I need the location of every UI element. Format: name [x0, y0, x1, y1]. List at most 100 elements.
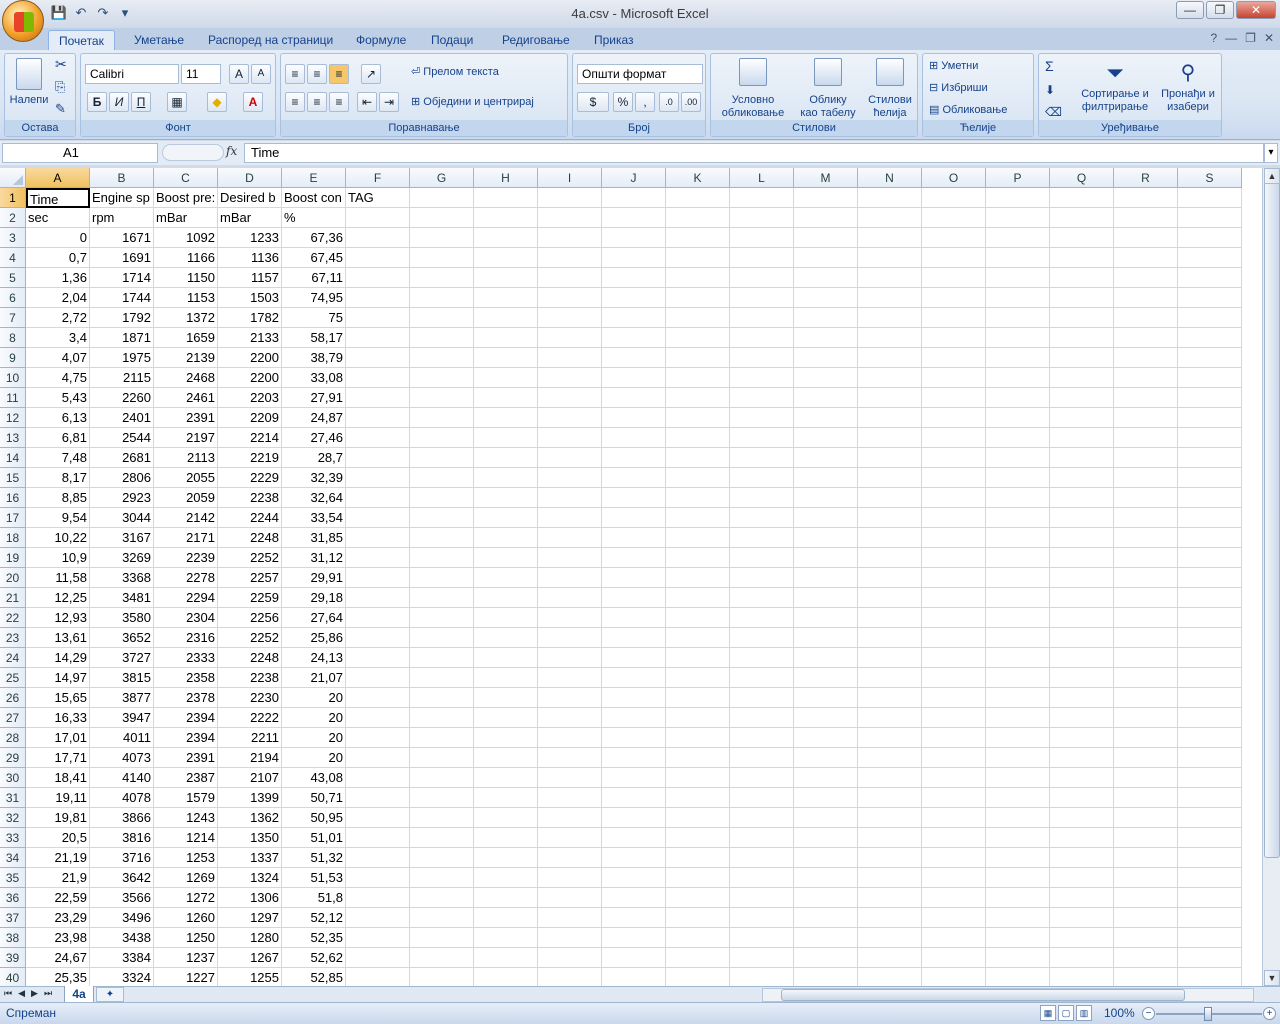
cell-a2[interactable]: sec — [26, 208, 90, 228]
cell-o1[interactable] — [922, 188, 986, 208]
cell-g36[interactable] — [410, 888, 474, 908]
cell-n20[interactable] — [858, 568, 922, 588]
cell-e25[interactable]: 21,07 — [282, 668, 346, 688]
cell-r27[interactable] — [1114, 708, 1178, 728]
row-header[interactable]: 3 — [0, 228, 26, 248]
cell-n2[interactable] — [858, 208, 922, 228]
cell-d1[interactable]: Desired b — [218, 188, 282, 208]
cell-m3[interactable] — [794, 228, 858, 248]
cell-q2[interactable] — [1050, 208, 1114, 228]
cell-n22[interactable] — [858, 608, 922, 628]
cell-k14[interactable] — [666, 448, 730, 468]
column-header-f[interactable]: F — [346, 168, 410, 188]
expand-formula-bar-icon[interactable]: ▾ — [1264, 143, 1278, 163]
cell-r18[interactable] — [1114, 528, 1178, 548]
cell-g6[interactable] — [410, 288, 474, 308]
row-header[interactable]: 36 — [0, 888, 26, 908]
cell-h16[interactable] — [474, 488, 538, 508]
cell-k38[interactable] — [666, 928, 730, 948]
cell-r26[interactable] — [1114, 688, 1178, 708]
accounting-format-icon[interactable]: $ — [577, 92, 609, 112]
cell-s16[interactable] — [1178, 488, 1242, 508]
cell-f5[interactable] — [346, 268, 410, 288]
cell-q36[interactable] — [1050, 888, 1114, 908]
cell-j27[interactable] — [602, 708, 666, 728]
cell-h39[interactable] — [474, 948, 538, 968]
cell-j22[interactable] — [602, 608, 666, 628]
cell-r16[interactable] — [1114, 488, 1178, 508]
cell-s23[interactable] — [1178, 628, 1242, 648]
tab-data[interactable]: Подаци — [421, 30, 483, 50]
cell-g18[interactable] — [410, 528, 474, 548]
column-header-n[interactable]: N — [858, 168, 922, 188]
cell-s30[interactable] — [1178, 768, 1242, 788]
cell-s2[interactable] — [1178, 208, 1242, 228]
cell-e21[interactable]: 29,18 — [282, 588, 346, 608]
cell-b4[interactable]: 1691 — [90, 248, 154, 268]
cell-q40[interactable] — [1050, 968, 1114, 986]
cell-g39[interactable] — [410, 948, 474, 968]
cell-e20[interactable]: 29,91 — [282, 568, 346, 588]
cell-r11[interactable] — [1114, 388, 1178, 408]
cell-e13[interactable]: 27,46 — [282, 428, 346, 448]
cell-m35[interactable] — [794, 868, 858, 888]
insert-cells-button[interactable]: ⊞ Уметни — [929, 60, 978, 73]
cell-b10[interactable]: 2115 — [90, 368, 154, 388]
cell-r4[interactable] — [1114, 248, 1178, 268]
cell-g27[interactable] — [410, 708, 474, 728]
cell-d33[interactable]: 1350 — [218, 828, 282, 848]
row-header[interactable]: 35 — [0, 868, 26, 888]
cell-c14[interactable]: 2113 — [154, 448, 218, 468]
cell-s39[interactable] — [1178, 948, 1242, 968]
cell-k32[interactable] — [666, 808, 730, 828]
cell-a29[interactable]: 17,71 — [26, 748, 90, 768]
cell-b12[interactable]: 2401 — [90, 408, 154, 428]
cell-c21[interactable]: 2294 — [154, 588, 218, 608]
cell-r36[interactable] — [1114, 888, 1178, 908]
cell-r9[interactable] — [1114, 348, 1178, 368]
cell-p2[interactable] — [986, 208, 1050, 228]
cell-s4[interactable] — [1178, 248, 1242, 268]
cell-j28[interactable] — [602, 728, 666, 748]
cell-i19[interactable] — [538, 548, 602, 568]
cell-a5[interactable]: 1,36 — [26, 268, 90, 288]
cell-p5[interactable] — [986, 268, 1050, 288]
cell-a12[interactable]: 6,13 — [26, 408, 90, 428]
font-color-icon[interactable]: A — [243, 92, 263, 112]
cell-j19[interactable] — [602, 548, 666, 568]
cell-s28[interactable] — [1178, 728, 1242, 748]
cell-b2[interactable]: rpm — [90, 208, 154, 228]
row-header[interactable]: 4 — [0, 248, 26, 268]
cell-e28[interactable]: 20 — [282, 728, 346, 748]
cell-s8[interactable] — [1178, 328, 1242, 348]
cell-m18[interactable] — [794, 528, 858, 548]
cell-n26[interactable] — [858, 688, 922, 708]
cell-k24[interactable] — [666, 648, 730, 668]
cell-n32[interactable] — [858, 808, 922, 828]
cell-q10[interactable] — [1050, 368, 1114, 388]
cell-m16[interactable] — [794, 488, 858, 508]
cell-b29[interactable]: 4073 — [90, 748, 154, 768]
cell-g26[interactable] — [410, 688, 474, 708]
cell-g13[interactable] — [410, 428, 474, 448]
row-header[interactable]: 18 — [0, 528, 26, 548]
cell-f37[interactable] — [346, 908, 410, 928]
cell-s29[interactable] — [1178, 748, 1242, 768]
cell-d31[interactable]: 1399 — [218, 788, 282, 808]
cell-c34[interactable]: 1253 — [154, 848, 218, 868]
cell-p7[interactable] — [986, 308, 1050, 328]
cell-b39[interactable]: 3384 — [90, 948, 154, 968]
cell-s25[interactable] — [1178, 668, 1242, 688]
cell-m10[interactable] — [794, 368, 858, 388]
zoom-level[interactable]: 100% — [1104, 1006, 1135, 1020]
cell-e23[interactable]: 25,86 — [282, 628, 346, 648]
cell-r32[interactable] — [1114, 808, 1178, 828]
cell-c16[interactable]: 2059 — [154, 488, 218, 508]
cell-d39[interactable]: 1267 — [218, 948, 282, 968]
cell-e26[interactable]: 20 — [282, 688, 346, 708]
cell-o20[interactable] — [922, 568, 986, 588]
cell-n12[interactable] — [858, 408, 922, 428]
cell-s36[interactable] — [1178, 888, 1242, 908]
cell-p4[interactable] — [986, 248, 1050, 268]
cell-m14[interactable] — [794, 448, 858, 468]
